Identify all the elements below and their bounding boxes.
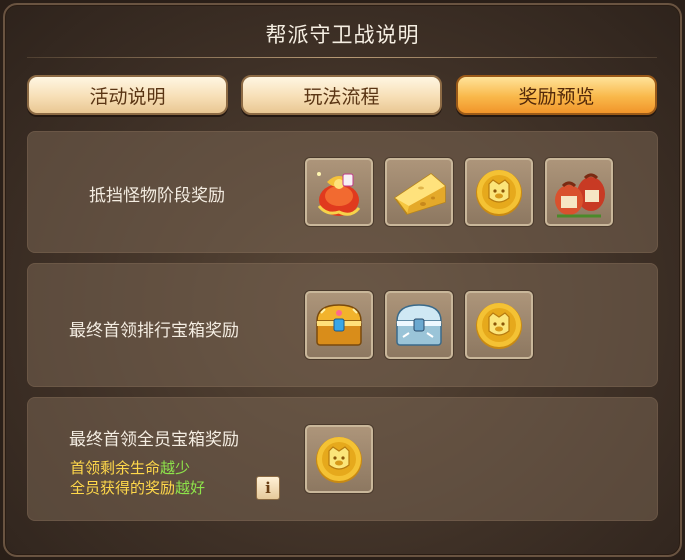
section-label: 抵挡怪物阶段奖励 [89,186,225,206]
gold-chest-icon[interactable] [305,291,373,359]
note-highlight: 越少 [160,459,191,477]
gold-coin-icon[interactable] [465,158,533,226]
dialog-panel: 帮派守卫战说明 活动说明 玩法流程 奖励预览 抵挡怪物阶段奖励 最终首领排行宝箱… [3,3,682,557]
section-label: 最终首领排行宝箱奖励 [69,321,239,341]
dialog-title: 帮派守卫战说明 [265,23,420,47]
note-text: 首领剩余生命 [70,459,161,477]
gold-coin-icon[interactable] [465,291,533,359]
reward-section-monster-stage: 抵挡怪物阶段奖励 [27,131,658,253]
cheese-icon[interactable] [385,158,453,226]
reward-note-line1: 首领剩余生命越少 [70,457,190,478]
title-divider [27,57,657,58]
note-highlight: 越好 [175,479,206,497]
info-button[interactable]: i [256,476,280,500]
section-label: 最终首领全员宝箱奖励 [69,430,239,450]
lucky-bag-icon[interactable] [305,158,373,226]
tab-gameplay-flow[interactable]: 玩法流程 [241,75,442,115]
reward-note-line2: 全员获得的奖励越好 [70,477,205,498]
note-text: 全员获得的奖励 [70,479,176,497]
silver-chest-icon[interactable] [385,291,453,359]
reward-section-boss-ranking: 最终首领排行宝箱奖励 [27,263,658,387]
gold-coin-icon[interactable] [305,425,373,493]
gift-sacks-icon[interactable] [545,158,613,226]
tab-reward-preview[interactable]: 奖励预览 [456,75,657,115]
tab-activity-info[interactable]: 活动说明 [27,75,228,115]
